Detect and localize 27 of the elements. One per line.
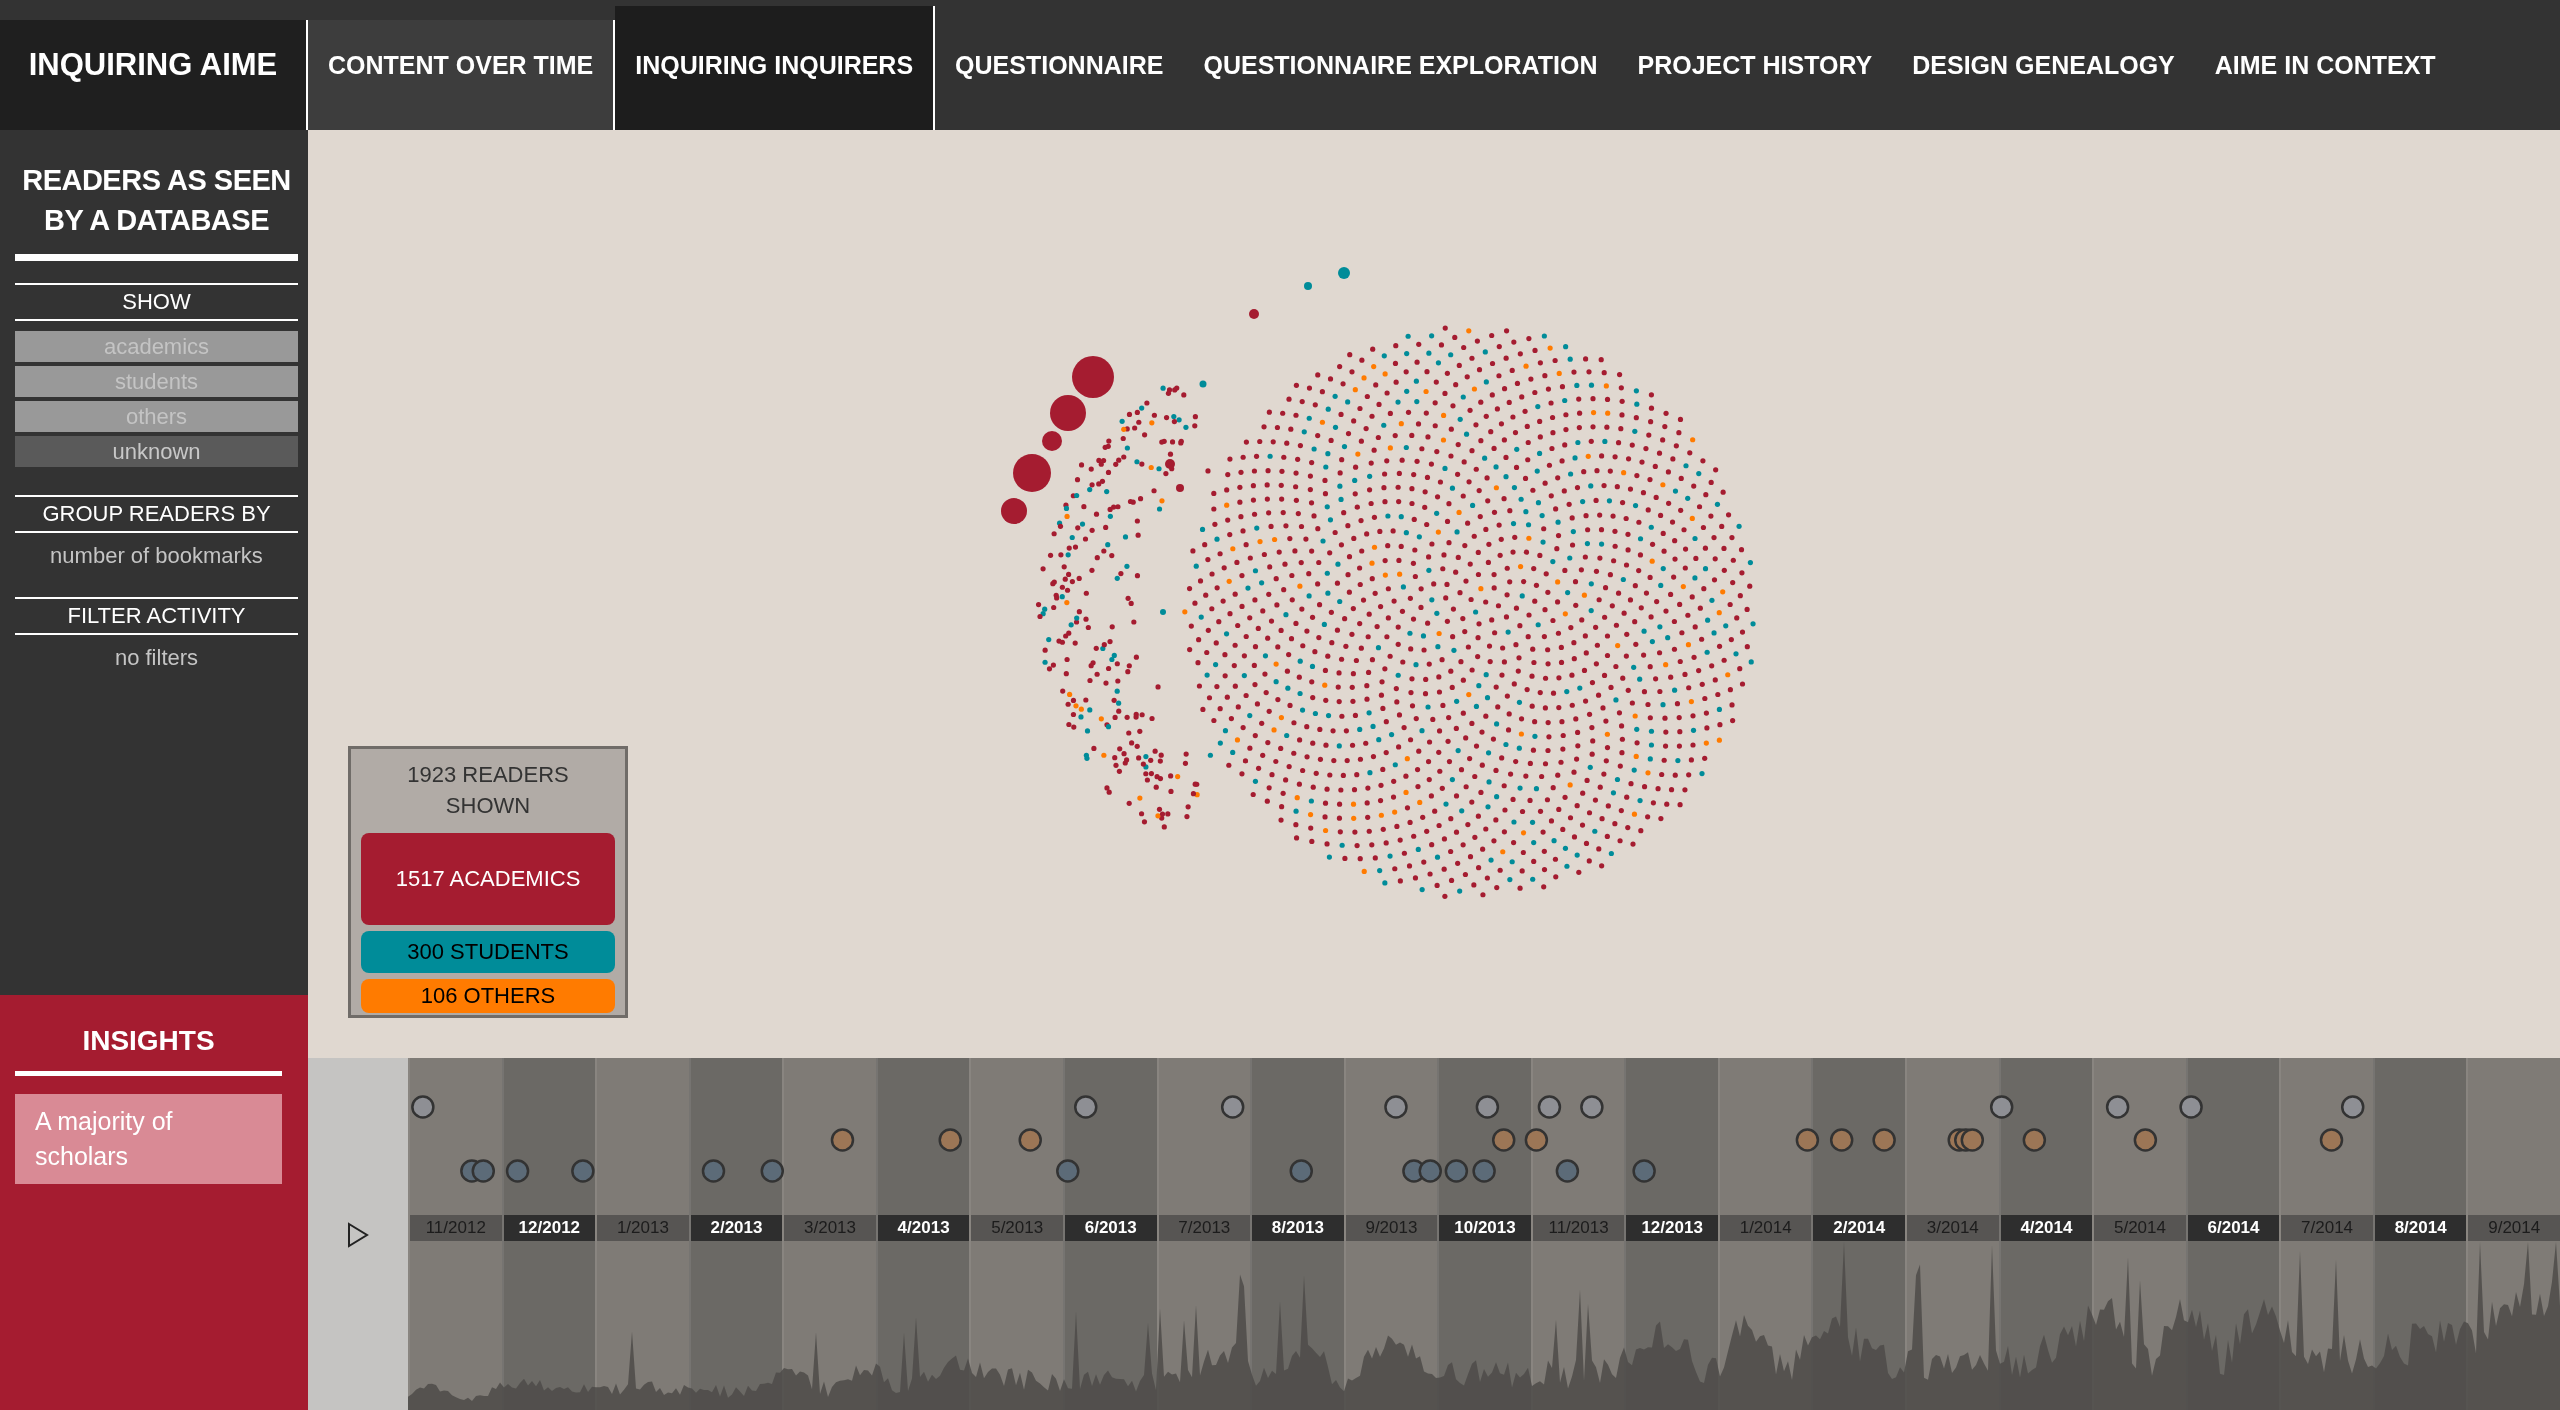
section-value[interactable]: number of bookmarks bbox=[15, 543, 298, 569]
month-label[interactable]: 10/2013 bbox=[1439, 1215, 1531, 1241]
month-label[interactable]: 8/2013 bbox=[1252, 1215, 1344, 1241]
group-count[interactable]: 106 OTHERS bbox=[361, 979, 615, 1013]
month-label[interactable]: 12/2012 bbox=[503, 1215, 596, 1241]
month-label[interactable]: 12/2013 bbox=[1626, 1215, 1718, 1241]
group-count[interactable]: 1517 ACADEMICS bbox=[361, 833, 615, 925]
month-label[interactable]: 4/2014 bbox=[2000, 1215, 2093, 1241]
section-heading: FILTER ACTIVITY bbox=[15, 597, 298, 635]
nav-tab[interactable]: INQUIRING INQUIRERS bbox=[615, 6, 936, 130]
nav-tab[interactable]: CONTENT OVER TIME bbox=[308, 20, 616, 130]
month-label[interactable]: 2/2014 bbox=[1813, 1215, 1906, 1241]
section-heading: GROUP READERS BY bbox=[15, 495, 298, 533]
play-icon[interactable] bbox=[347, 1222, 369, 1248]
sidebar-title: READERS AS SEEN BY A DATABASE bbox=[15, 160, 298, 261]
group-count[interactable]: 300 STUDENTS bbox=[361, 931, 615, 973]
month-label[interactable]: 6/2014 bbox=[2187, 1215, 2280, 1241]
month-label[interactable]: 8/2014 bbox=[2374, 1215, 2467, 1241]
month-label[interactable]: 4/2013 bbox=[877, 1215, 970, 1241]
section-value[interactable]: no filters bbox=[15, 645, 298, 671]
insights-title: INSIGHTS bbox=[15, 1025, 282, 1076]
month-label[interactable]: 6/2013 bbox=[1064, 1215, 1157, 1241]
month-label[interactable]: 2/2013 bbox=[690, 1215, 783, 1241]
readers-total: 1923 READERS SHOWN bbox=[406, 761, 570, 820]
app-title[interactable]: INQUIRING AIME bbox=[0, 20, 308, 130]
section-heading: SHOW bbox=[15, 283, 298, 321]
filter-toggle[interactable]: unknown bbox=[15, 436, 298, 467]
